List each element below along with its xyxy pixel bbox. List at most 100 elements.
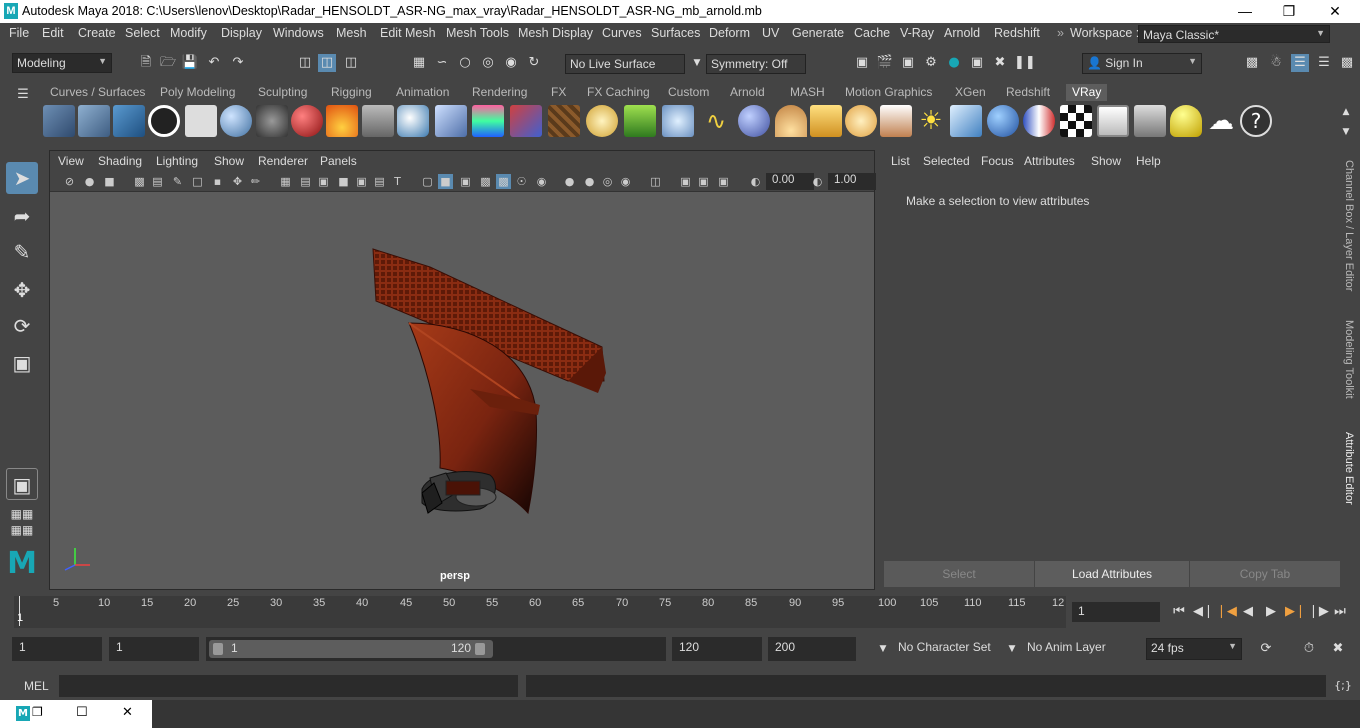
select-component-icon[interactable]: ◫ — [342, 54, 360, 72]
menu-file[interactable]: File — [9, 26, 29, 40]
menu-cache[interactable]: Cache — [854, 26, 890, 40]
auto-key-icon[interactable]: ⏱ — [1300, 640, 1318, 658]
vray-proxy-icon[interactable] — [397, 105, 429, 137]
pencil-icon[interactable]: ✏ — [248, 174, 263, 189]
vray-sky-icon[interactable] — [987, 105, 1019, 137]
vray-settings-icon[interactable] — [1134, 105, 1166, 137]
menu-deform[interactable]: Deform — [709, 26, 750, 40]
playback-end-field[interactable]: 120 — [672, 637, 762, 661]
scale-tool-icon[interactable]: ▣ — [6, 347, 38, 379]
radar-model[interactable] — [50, 193, 874, 589]
tab-fx-caching[interactable]: FX Caching — [587, 84, 650, 101]
live-surface-field[interactable]: No Live Surface — [565, 54, 685, 74]
wireframe-icon[interactable]: ▢ — [420, 174, 435, 189]
menu-mesh[interactable]: Mesh — [336, 26, 367, 40]
viewport-panel[interactable]: View Shading Lighting Show Renderer Pane… — [49, 150, 876, 590]
vray-rect-light-icon[interactable] — [950, 105, 982, 137]
chevron-down-icon[interactable]: ▼ — [688, 54, 706, 72]
image-plane-icon[interactable]: ▩ — [132, 174, 147, 189]
bookmarks-icon[interactable]: ■ — [102, 174, 117, 189]
tab-rigging[interactable]: Rigging — [331, 84, 372, 101]
isolate-select-icon[interactable]: ◫ — [648, 174, 663, 189]
attr-menu-help[interactable]: Help — [1136, 154, 1161, 168]
viewport-menu-view[interactable]: View — [58, 154, 84, 168]
attr-menu-show[interactable]: Show — [1091, 154, 1121, 168]
viewport-menu-lighting[interactable]: Lighting — [156, 154, 198, 168]
range-handle-left[interactable] — [213, 643, 223, 655]
attribute-editor-toggle-icon[interactable]: ☰ — [1291, 54, 1309, 72]
vray-material-icon[interactable] — [291, 105, 323, 137]
default-material-icon[interactable]: ▣ — [458, 174, 473, 189]
vray-lightbulb-icon[interactable] — [1170, 105, 1202, 137]
vray-sphere-icon[interactable] — [220, 105, 252, 137]
render-settings-icon[interactable]: ⚙ — [922, 54, 940, 72]
select-object-icon[interactable]: ◫ — [318, 54, 336, 72]
gamma-icon[interactable]: ◐ — [810, 174, 825, 189]
resolution-gate-icon[interactable]: ▣ — [316, 174, 331, 189]
snap-grid-icon[interactable]: ▦ — [410, 54, 428, 72]
copy-tab-button[interactable]: Copy Tab — [1190, 561, 1340, 587]
attr-menu-list[interactable]: List — [891, 154, 910, 168]
menu-windows[interactable]: Windows — [273, 26, 324, 40]
menu-modify[interactable]: Modify — [170, 26, 207, 40]
fps-select[interactable]: 24 fps ▼ — [1146, 638, 1242, 660]
tab-arnold[interactable]: Arnold — [730, 84, 765, 101]
animation-preferences-icon[interactable]: ✖ — [1329, 640, 1347, 658]
anim-layer-select[interactable]: No Anim Layer — [1023, 638, 1127, 660]
menu-overflow-icon[interactable]: » — [1057, 26, 1064, 40]
attr-menu-attributes[interactable]: Attributes — [1024, 154, 1075, 168]
attr-menu-selected[interactable]: Selected — [923, 154, 970, 168]
menu-edit[interactable]: Edit — [42, 26, 64, 40]
menu-mesh-tools[interactable]: Mesh Tools — [446, 26, 509, 40]
vray-dome-icon[interactable] — [586, 105, 618, 137]
menu-vray[interactable]: V-Ray — [900, 26, 934, 40]
play-backwards-icon[interactable]: ◀ — [1239, 603, 1257, 621]
attr-menu-focus[interactable]: Focus — [981, 154, 1014, 168]
load-attributes-button[interactable]: Load Attributes — [1035, 561, 1189, 587]
undo-icon[interactable]: ↶ — [205, 54, 223, 72]
vray-color-icon[interactable] — [1023, 105, 1055, 137]
menu-mesh-display[interactable]: Mesh Display — [518, 26, 593, 40]
menu-generate[interactable]: Generate — [792, 26, 844, 40]
snap-surface-icon[interactable]: ◉ — [502, 54, 520, 72]
menu-display[interactable]: Display — [221, 26, 262, 40]
grid-icon[interactable]: ▦ — [278, 174, 293, 189]
vray-checker-icon[interactable] — [1060, 105, 1092, 137]
minimize-button[interactable]: — — [1222, 0, 1268, 23]
vray-shelf-icon-1[interactable] — [43, 105, 75, 137]
tab-poly-modeling[interactable]: Poly Modeling — [160, 84, 235, 101]
menu-set-select[interactable]: Modeling ▼ — [12, 53, 112, 73]
rotate-tool-icon[interactable]: ⟳ — [6, 310, 38, 342]
save-scene-icon[interactable]: 💾 — [181, 54, 199, 72]
vray-shelf-icon-3[interactable] — [113, 105, 145, 137]
hypershade-icon[interactable]: ● — [945, 54, 963, 72]
paint-select-tool-icon[interactable]: ✎ — [6, 236, 38, 268]
current-frame-field[interactable]: 1 — [1072, 602, 1160, 622]
vray-cloud-icon[interactable]: ☁ — [1205, 105, 1237, 137]
sign-in-button[interactable]: 👤 Sign In ▼ — [1082, 53, 1202, 74]
lasso-tool-icon[interactable]: ➦ — [6, 200, 38, 232]
xray-joints-icon[interactable]: ▣ — [696, 174, 711, 189]
safe-title-icon[interactable]: T — [390, 174, 405, 189]
snap-view-icon[interactable]: ◎ — [479, 54, 497, 72]
command-language-label[interactable]: MEL — [24, 679, 49, 693]
field-chart-icon[interactable]: ▣ — [354, 174, 369, 189]
play-forwards-icon[interactable]: ▶ — [1262, 603, 1280, 621]
menu-surfaces[interactable]: Surfaces — [651, 26, 700, 40]
range-slider[interactable]: 1 120 — [206, 637, 666, 661]
chevron-down-icon[interactable]: ▼ — [874, 640, 892, 658]
range-slider-handle[interactable]: 1 120 — [209, 640, 493, 658]
grease-pencil-icon[interactable]: ✎ — [170, 174, 185, 189]
vray-light-spot-icon[interactable] — [810, 105, 842, 137]
tab-rendering[interactable]: Rendering — [472, 84, 527, 101]
tab-mash[interactable]: MASH — [790, 84, 825, 101]
close-button[interactable]: ✕ — [1312, 0, 1358, 23]
snap-curve-icon[interactable]: ∽ — [433, 54, 451, 72]
shelf-scroll-down-icon[interactable]: ▼ — [1337, 123, 1355, 141]
chevron-down-icon[interactable]: ▼ — [1003, 640, 1021, 658]
screen-space-ao-icon[interactable]: ● — [562, 174, 577, 189]
playback-start-field[interactable]: 1 — [109, 637, 199, 661]
motion-blur-icon[interactable]: ● — [582, 174, 597, 189]
camera-icon[interactable]: ▪ — [210, 174, 225, 189]
render-view-icon[interactable]: ▣ — [853, 54, 871, 72]
